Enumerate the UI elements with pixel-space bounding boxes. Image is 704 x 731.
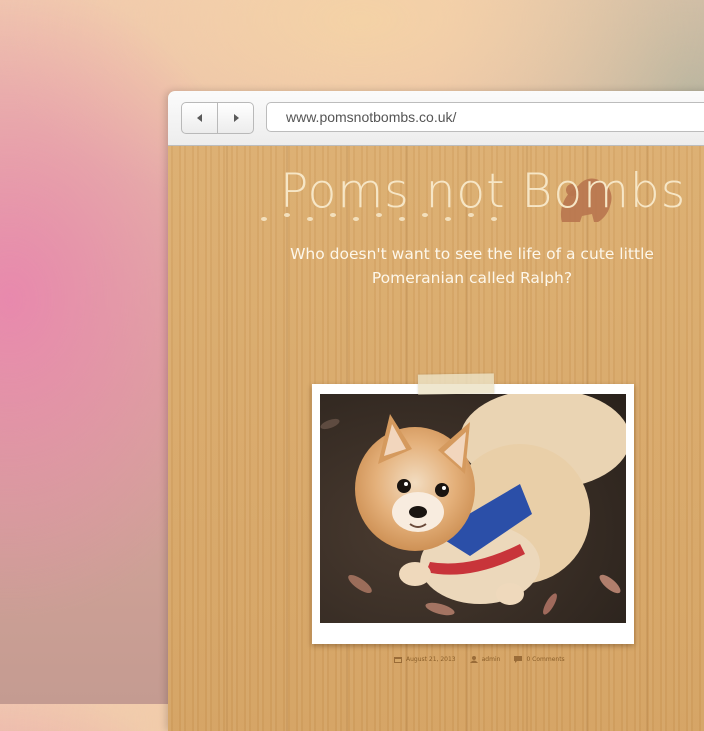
chevron-left-icon — [196, 114, 202, 122]
site-title[interactable]: Poms not Bombs — [280, 168, 686, 215]
post-photo-frame[interactable] — [312, 384, 634, 644]
pomeranian-photo-image — [320, 394, 626, 623]
site-tagline: Who doesn't want to see the life of a cu… — [290, 245, 654, 287]
post-author[interactable]: admin — [469, 656, 501, 663]
post-date-text: August 21, 2013 — [406, 656, 456, 663]
browser-window: www.pomsnotbombs.co.uk/ Poms not Bombs W… — [168, 91, 704, 731]
tape-decoration — [417, 373, 495, 395]
user-icon — [469, 656, 478, 663]
post-meta: August 21, 2013 admin 0 Comments — [394, 656, 565, 663]
url-text: www.pomsnotbombs.co.uk/ — [286, 109, 457, 125]
page-content: Poms not Bombs Who doesn't want to see t… — [168, 146, 704, 731]
comment-icon — [514, 656, 523, 663]
post-comments-text: 0 Comments — [526, 656, 565, 663]
back-button[interactable] — [182, 103, 218, 133]
browser-toolbar: www.pomsnotbombs.co.uk/ — [168, 91, 704, 146]
nav-button-group — [181, 102, 254, 134]
chevron-right-icon — [233, 114, 239, 122]
pomeranian-photo[interactable] — [320, 394, 626, 623]
calendar-icon — [394, 657, 402, 663]
forward-button[interactable] — [218, 103, 253, 133]
post-date[interactable]: August 21, 2013 — [394, 656, 456, 663]
post-author-text: admin — [481, 656, 501, 663]
address-bar[interactable]: www.pomsnotbombs.co.uk/ — [266, 102, 704, 132]
post-comments[interactable]: 0 Comments — [514, 656, 565, 663]
